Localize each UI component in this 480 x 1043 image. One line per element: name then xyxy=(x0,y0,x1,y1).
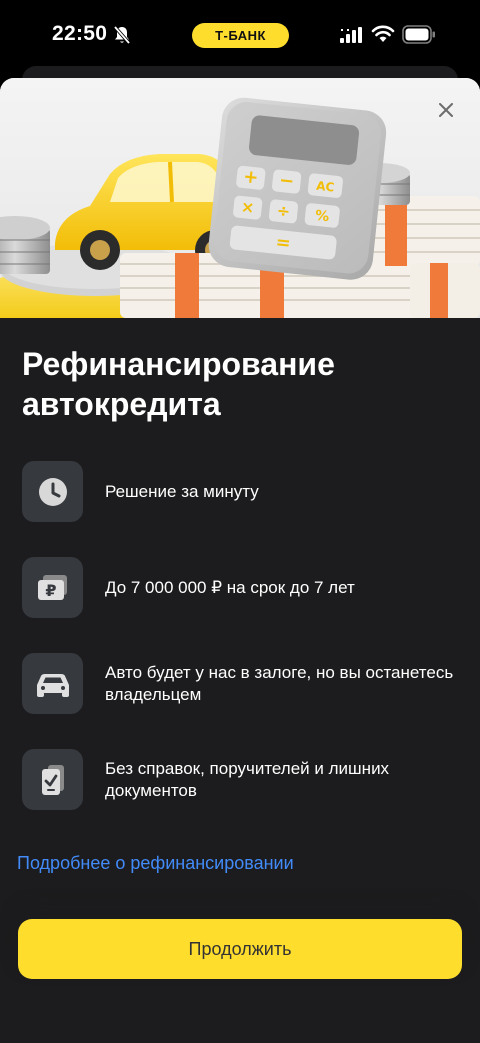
clock-icon xyxy=(38,477,67,506)
feature-item-decision: Решение за минуту xyxy=(22,461,462,523)
svg-text:AC: AC xyxy=(316,179,336,195)
close-button[interactable] xyxy=(432,96,460,124)
bottom-sheet: + − AC × ÷ % = Рефинансирование автокред… xyxy=(0,78,480,1043)
wifi-icon xyxy=(371,25,395,42)
svg-text:×: × xyxy=(240,197,255,217)
svg-text:=: = xyxy=(275,232,292,254)
battery-icon xyxy=(402,25,435,44)
hero-illustration: + − AC × ÷ % = xyxy=(0,78,480,318)
car-calculator-money-illustration: + − AC × ÷ % = xyxy=(0,78,480,318)
feature-icon-box xyxy=(22,653,83,714)
status-bar: 22:50 Т-БАНК xyxy=(0,0,480,70)
continue-button[interactable]: Продолжить xyxy=(18,919,462,979)
feature-text: Авто будет у нас в залоге, но вы останет… xyxy=(105,663,454,704)
page-title: Рефинансирование автокредита xyxy=(22,346,335,422)
ruble-card-icon: ₽ xyxy=(37,574,67,600)
svg-text:₽: ₽ xyxy=(45,581,56,600)
status-time: 22:50 xyxy=(52,22,108,45)
feature-text: До 7 000 000 ₽ на срок до 7 лет xyxy=(105,578,355,597)
car-icon xyxy=(36,673,69,697)
close-icon xyxy=(439,103,453,117)
svg-text:−: − xyxy=(278,170,295,192)
svg-text:÷: ÷ xyxy=(276,201,291,221)
bank-badge: Т-БАНК xyxy=(192,23,289,48)
svg-text:%: % xyxy=(314,208,330,225)
bell-off-icon xyxy=(113,25,131,45)
signal-icon xyxy=(340,27,362,43)
feature-item-collateral: Авто будет у нас в залоге, но вы останет… xyxy=(22,653,462,715)
feature-icon-box xyxy=(22,461,83,522)
feature-item-amount: ₽ До 7 000 000 ₽ на срок до 7 лет xyxy=(22,557,462,619)
document-check-icon xyxy=(41,764,64,795)
feature-text: Без справок, поручителей и лишних докуме… xyxy=(105,759,390,800)
feature-item-documents: Без справок, поручителей и лишних докуме… xyxy=(22,749,462,811)
feature-icon-box: ₽ xyxy=(22,557,83,618)
more-info-link[interactable]: Подробнее о рефинансировании xyxy=(17,853,294,874)
feature-text: Решение за минуту xyxy=(105,482,259,501)
feature-icon-box xyxy=(22,749,83,810)
svg-text:+: + xyxy=(242,166,259,188)
